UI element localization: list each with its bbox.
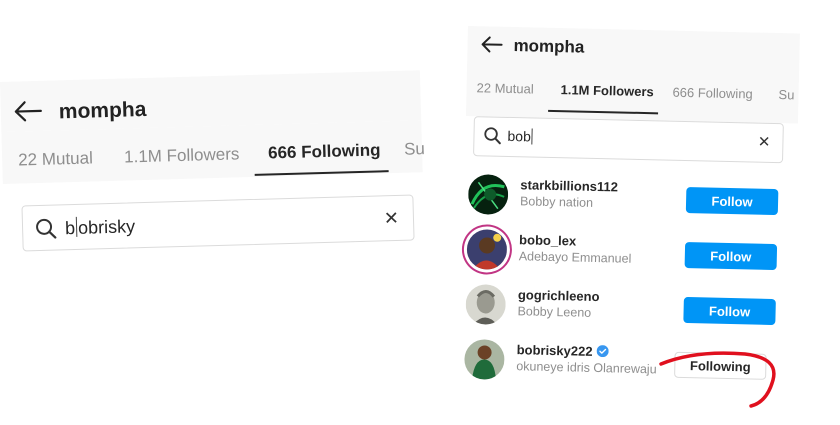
tab-following[interactable]: 666 Following (672, 85, 753, 102)
search-icon (484, 127, 501, 145)
list-item[interactable]: bobo_lex Adebayo Emmanuel Follow (462, 225, 795, 287)
result-username[interactable]: starkbillions112 (520, 177, 618, 194)
avatar[interactable] (465, 284, 507, 325)
tab-mutual[interactable]: 22 Mutual (18, 148, 93, 170)
clear-icon[interactable]: ✕ (384, 208, 400, 229)
search-input[interactable]: bob ✕ (473, 116, 784, 164)
list-item[interactable]: gogrichleeno Bobby Leeno Follow (461, 280, 794, 342)
tab-bar: 22 Mutual 1.1M Followers 666 Following S… (465, 65, 800, 124)
tab-suggested[interactable]: Su (778, 87, 794, 102)
text-caret (531, 128, 534, 145)
tab-bar: 22 Mutual 1.1M Followers 666 Following S… (1, 120, 425, 184)
result-username[interactable]: bobo_lex (519, 232, 576, 248)
result-full-name: Bobby Leeno (517, 304, 592, 320)
follow-button[interactable]: Follow (685, 186, 779, 216)
search-icon (36, 218, 57, 239)
red-hand-drawn-curve (659, 351, 776, 408)
left-screenshot: mompha 22 Mutual 1.1M Followers 666 Foll… (0, 70, 425, 282)
tab-followers[interactable]: 1.1M Followers (124, 144, 240, 167)
avatar[interactable] (467, 174, 509, 215)
list-item[interactable]: starkbillions112 Bobby nation Follow (464, 170, 797, 232)
clear-icon[interactable]: ✕ (758, 133, 771, 151)
tab-suggested[interactable]: Su (404, 139, 425, 160)
tab-following[interactable]: 666 Following (268, 140, 381, 163)
profile-username: mompha (513, 36, 585, 57)
back-arrow-icon[interactable] (12, 99, 43, 124)
result-username[interactable]: gogrichleeno (518, 287, 600, 304)
profile-username: mompha (58, 97, 147, 124)
search-value: b obrisky (64, 216, 136, 239)
back-arrow-icon[interactable] (479, 34, 503, 55)
avatar[interactable] (463, 339, 505, 380)
active-tab-indicator (548, 109, 659, 115)
search-input[interactable]: b obrisky ✕ (21, 194, 415, 252)
result-full-name: Bobby nation (519, 194, 594, 210)
result-full-name: Adebayo Emmanuel (518, 249, 632, 266)
tab-followers[interactable]: 1.1M Followers (560, 82, 654, 99)
result-username[interactable]: bobrisky222 (516, 342, 609, 359)
tab-mutual[interactable]: 22 Mutual (476, 80, 533, 96)
result-full-name: okuneye idris Olanrewaju (516, 359, 657, 377)
active-tab-indicator (254, 170, 389, 176)
verified-badge-icon (596, 345, 609, 358)
avatar[interactable] (466, 229, 508, 270)
follow-button[interactable]: Follow (684, 241, 778, 271)
search-value: bob (507, 127, 534, 145)
follow-button[interactable]: Follow (683, 296, 776, 326)
